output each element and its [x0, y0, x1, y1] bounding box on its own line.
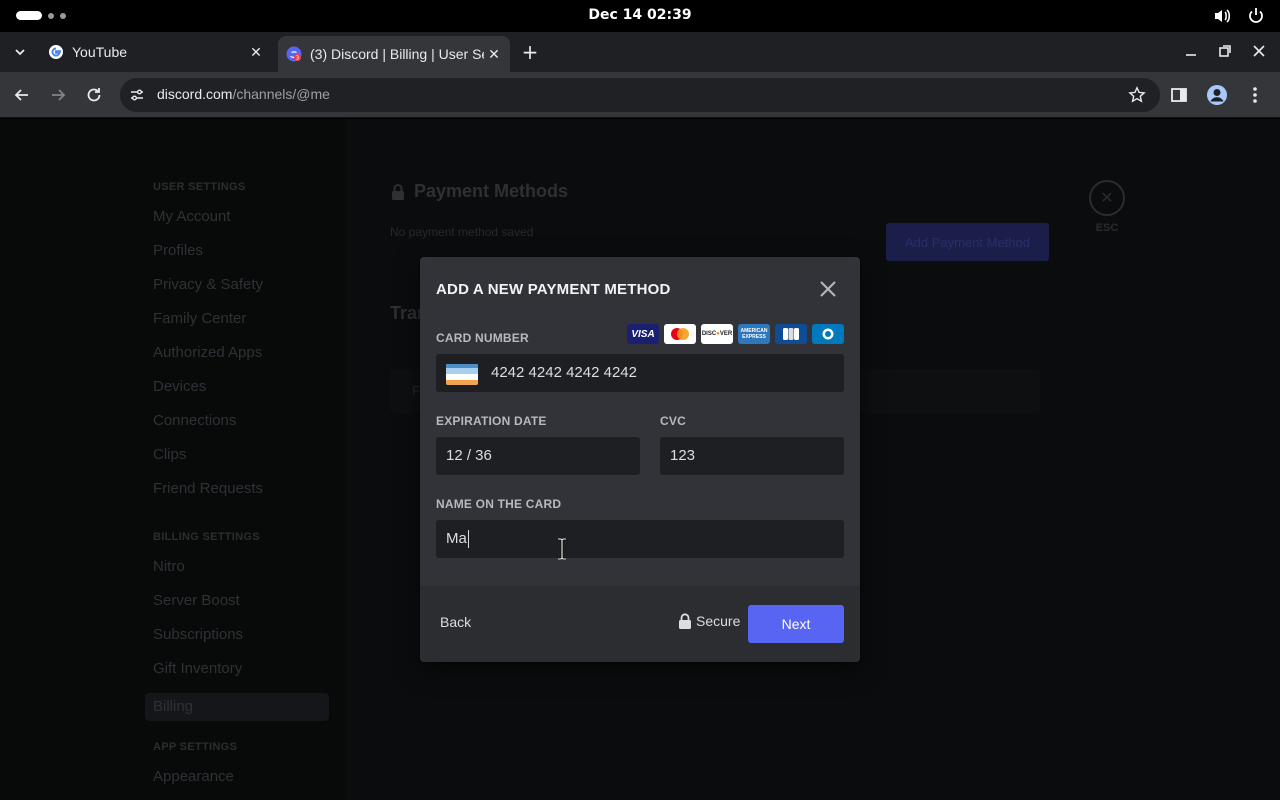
browser-menu-button[interactable]	[1244, 84, 1266, 106]
amex-icon: AMERICAN EXPRESS	[738, 324, 770, 344]
restore-icon	[1219, 45, 1231, 57]
os-top-bar: Dec 14 02:39	[0, 0, 1280, 32]
more-vert-icon	[1253, 87, 1257, 103]
esc-close-button[interactable]: ✕ ESC	[1089, 180, 1125, 234]
minimize-icon	[1186, 54, 1196, 56]
sidebar-item-privacy-safety[interactable]: Privacy & Safety	[153, 275, 333, 309]
notification-badge: 3	[296, 55, 299, 61]
back-button[interactable]: Back	[440, 614, 471, 630]
address-bar[interactable]: discord.com/channels/@me	[120, 78, 1160, 112]
diners-club-icon	[812, 324, 844, 344]
discord-icon: 3	[286, 46, 302, 62]
lock-icon	[392, 183, 404, 200]
text-caret	[467, 530, 469, 549]
discover-icon: DISC ● VER	[701, 324, 733, 344]
tab-title: (3) Discord | Billing | User Settings	[310, 46, 484, 62]
sidebar-item-authorized-apps[interactable]: Authorized Apps	[153, 343, 333, 377]
back-nav-button[interactable]	[12, 85, 32, 105]
modal-title: ADD A NEW PAYMENT METHOD	[436, 281, 671, 298]
no-payment-text: No payment method saved	[390, 225, 534, 239]
secure-indicator: Secure	[678, 613, 740, 629]
tab-title: YouTube	[72, 44, 128, 60]
tab-close-button[interactable]: ✕	[484, 44, 504, 64]
jcb-icon	[775, 324, 807, 344]
close-icon	[820, 281, 836, 297]
esc-label: ESC	[1095, 222, 1119, 234]
text-cursor-icon	[558, 538, 566, 560]
card-number-input[interactable]: 4242 4242 4242 4242	[436, 354, 844, 392]
new-tab-button[interactable]: +	[520, 42, 540, 62]
sidebar-item-friend-requests[interactable]: Friend Requests	[153, 479, 333, 513]
tab-discord-billing[interactable]: 3 (3) Discord | Billing | User Settings …	[278, 36, 510, 72]
sidebar-header-user-settings: USER SETTINGS	[153, 181, 246, 193]
close-icon	[1253, 45, 1265, 57]
sidebar-header-app-settings: APP SETTINGS	[153, 741, 238, 753]
tab-close-button[interactable]: ✕	[246, 42, 266, 62]
next-button[interactable]: Next	[748, 605, 844, 643]
payment-methods-title: Payment Methods	[390, 181, 568, 202]
bookmark-star-icon[interactable]	[1128, 86, 1146, 104]
card-brand-list: VISA DISC ● VER AMERICAN EXPRESS	[627, 324, 844, 344]
mastercard-icon	[664, 324, 696, 344]
sidebar-item-subscriptions[interactable]: Subscriptions	[153, 625, 333, 659]
sidebar-item-clips[interactable]: Clips	[153, 445, 333, 479]
chevron-down-icon	[15, 49, 25, 56]
name-on-card-value: Ma	[446, 530, 467, 547]
close-window-button[interactable]	[1248, 40, 1270, 62]
sidebar-item-billing[interactable]: Billing	[145, 693, 329, 721]
cvc-label: CVC	[660, 414, 686, 428]
forward-nav-button[interactable]	[48, 85, 68, 105]
add-payment-method-button[interactable]: Add Payment Method	[886, 223, 1049, 261]
browser-toolbar: discord.com/channels/@me	[0, 72, 1280, 118]
sidebar-item-nitro[interactable]: Nitro	[153, 557, 333, 591]
side-panel-icon	[1171, 88, 1187, 102]
settings-sidebar: USER SETTINGS My Account Profiles Privac…	[145, 179, 333, 800]
url-text: discord.com/channels/@me	[157, 86, 330, 102]
arrow-right-icon	[52, 89, 66, 101]
lock-icon	[679, 613, 691, 629]
profile-icon	[1207, 85, 1227, 105]
minimize-button[interactable]	[1180, 40, 1202, 62]
power-icon[interactable]	[1246, 6, 1266, 26]
restore-button[interactable]	[1214, 40, 1236, 62]
card-number-value: 4242 4242 4242 4242	[491, 364, 637, 381]
sidebar-header-billing-settings: BILLING SETTINGS	[153, 531, 260, 543]
expiration-date-input[interactable]: 12 / 36	[436, 437, 640, 475]
site-settings-icon[interactable]	[129, 87, 145, 103]
os-clock[interactable]: Dec 14 02:39	[0, 7, 1280, 23]
sidebar-item-my-account[interactable]: My Account	[153, 207, 333, 241]
reload-button[interactable]	[84, 85, 104, 105]
name-on-card-label: NAME ON THE CARD	[436, 497, 562, 511]
side-panel-button[interactable]	[1168, 84, 1190, 106]
tab-youtube[interactable]: YouTube ✕	[40, 36, 272, 68]
expiration-date-label: EXPIRATION DATE	[436, 414, 547, 428]
cvc-input[interactable]: 123	[660, 437, 844, 475]
sidebar-item-appearance[interactable]: Appearance	[153, 767, 333, 800]
add-payment-modal: ADD A NEW PAYMENT METHOD CARD NUMBER VIS…	[420, 257, 860, 662]
tab-search-button[interactable]	[10, 42, 30, 62]
sidebar-item-family-center[interactable]: Family Center	[153, 309, 333, 343]
card-number-label: CARD NUMBER	[436, 331, 529, 345]
arrow-left-icon	[14, 89, 28, 101]
reload-icon	[87, 88, 101, 102]
credit-card-icon	[446, 363, 478, 385]
sidebar-item-server-boost[interactable]: Server Boost	[153, 591, 333, 625]
close-icon: ✕	[1089, 180, 1125, 216]
modal-close-button[interactable]	[816, 277, 840, 301]
volume-icon[interactable]	[1212, 6, 1232, 26]
sidebar-item-devices[interactable]: Devices	[153, 377, 333, 411]
browser-tab-strip: YouTube ✕ 3 (3) Discord | Billing | User…	[0, 32, 1280, 72]
sidebar-item-gift-inventory[interactable]: Gift Inventory	[153, 659, 333, 693]
sidebar-item-connections[interactable]: Connections	[153, 411, 333, 445]
profile-button[interactable]	[1206, 84, 1228, 106]
google-icon	[49, 45, 63, 59]
modal-footer: Back Secure Next	[420, 586, 860, 662]
name-on-card-input[interactable]: Ma	[436, 520, 844, 558]
visa-icon: VISA	[627, 324, 659, 344]
sidebar-item-profiles[interactable]: Profiles	[153, 241, 333, 275]
